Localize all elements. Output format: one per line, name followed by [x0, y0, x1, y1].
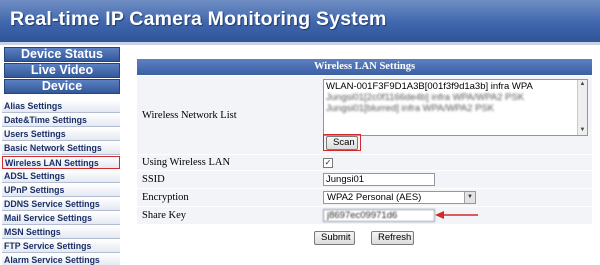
share-key-label: Share Key — [142, 210, 187, 221]
ssid-input[interactable]: Jungsi01 — [323, 173, 435, 186]
nav-live-video[interactable]: Live Video — [4, 63, 120, 78]
network-list-cell: WLAN-001F3F9D1A3B[001f3f9d1a3b] infra WP… — [322, 76, 592, 154]
using-wireless-row: Using Wireless LAN ✓ — [137, 154, 592, 170]
encryption-label: Encryption — [142, 192, 189, 203]
panel-title: Wireless LAN Settings — [137, 59, 592, 75]
app-banner: Real-time IP Camera Monitoring System — [0, 0, 600, 42]
sidebar-item-basic-network[interactable]: Basic Network Settings — [2, 142, 120, 155]
network-listbox[interactable]: WLAN-001F3F9D1A3B[001f3f9d1a3b] infra WP… — [323, 79, 588, 136]
sidebar-item-datetime[interactable]: Date&Time Settings — [2, 114, 120, 127]
share-key-row: Share Key j8697ec09971d6 — [137, 206, 592, 224]
using-wireless-label: Using Wireless LAN — [142, 157, 231, 168]
sidebar-item-ftp[interactable]: FTP Service Settings — [2, 240, 120, 253]
sidebar-item-wireless-lan[interactable]: Wireless LAN Settings — [2, 156, 120, 169]
sidebar-item-msn[interactable]: MSN Settings — [2, 226, 120, 239]
submit-button[interactable]: Submit — [314, 231, 355, 245]
network-item[interactable]: Jungsi01[blurred] infra WPA/WPA2 PSK — [326, 103, 585, 114]
scroll-down-icon[interactable]: ▼ — [578, 126, 587, 135]
ssid-row: SSID Jungsi01 — [137, 170, 592, 188]
ssid-label: SSID — [142, 174, 165, 185]
network-item[interactable]: Jungsi01[2c0f1166de4b] infra WPA/WPA2 PS… — [326, 92, 585, 103]
listbox-scrollbar[interactable]: ▲ ▼ — [577, 80, 587, 135]
encryption-value: WPA2 Personal (AES) — [327, 192, 422, 203]
encryption-select[interactable]: WPA2 Personal (AES) ▼ — [323, 191, 476, 204]
using-wireless-cell: ✓ — [322, 155, 342, 170]
ssid-cell: Jungsi01 — [322, 171, 442, 188]
refresh-button[interactable]: Refresh — [371, 231, 414, 245]
network-list-row: Wireless Network List WLAN-001F3F9D1A3B[… — [137, 75, 592, 154]
network-list-label: Wireless Network List — [142, 109, 237, 121]
sidebar-item-alarm[interactable]: Alarm Service Settings — [2, 254, 120, 265]
nav-device-management[interactable]: Device Management — [4, 79, 120, 106]
using-wireless-checkbox[interactable]: ✓ — [323, 158, 333, 168]
scan-button[interactable]: Scan — [326, 136, 358, 150]
annotation-arrow-icon — [435, 211, 478, 219]
sidebar-item-ddns[interactable]: DDNS Service Settings — [2, 198, 120, 211]
sidebar-item-adsl[interactable]: ADSL Settings — [2, 170, 120, 183]
network-item[interactable]: WLAN-001F3F9D1A3B[001f3f9d1a3b] infra WP… — [326, 81, 585, 92]
sidebar: Device Status Live Video Device Manageme… — [0, 45, 124, 265]
nav-device-status[interactable]: Device Status — [4, 47, 120, 62]
encryption-row: Encryption WPA2 Personal (AES) ▼ — [137, 188, 592, 206]
sidebar-item-upnp[interactable]: UPnP Settings — [2, 184, 120, 197]
share-key-cell: j8697ec09971d6 — [322, 207, 442, 224]
share-key-input[interactable]: j8697ec09971d6 — [323, 209, 435, 222]
sidebar-item-mail[interactable]: Mail Service Settings — [2, 212, 120, 225]
sidebar-item-alias[interactable]: Alias Settings — [2, 100, 120, 113]
app-title: Real-time IP Camera Monitoring System — [10, 8, 387, 30]
scroll-up-icon[interactable]: ▲ — [578, 80, 587, 89]
sidebar-item-users[interactable]: Users Settings — [2, 128, 120, 141]
chevron-down-icon[interactable]: ▼ — [464, 192, 475, 203]
encryption-cell: WPA2 Personal (AES) ▼ — [322, 189, 482, 206]
